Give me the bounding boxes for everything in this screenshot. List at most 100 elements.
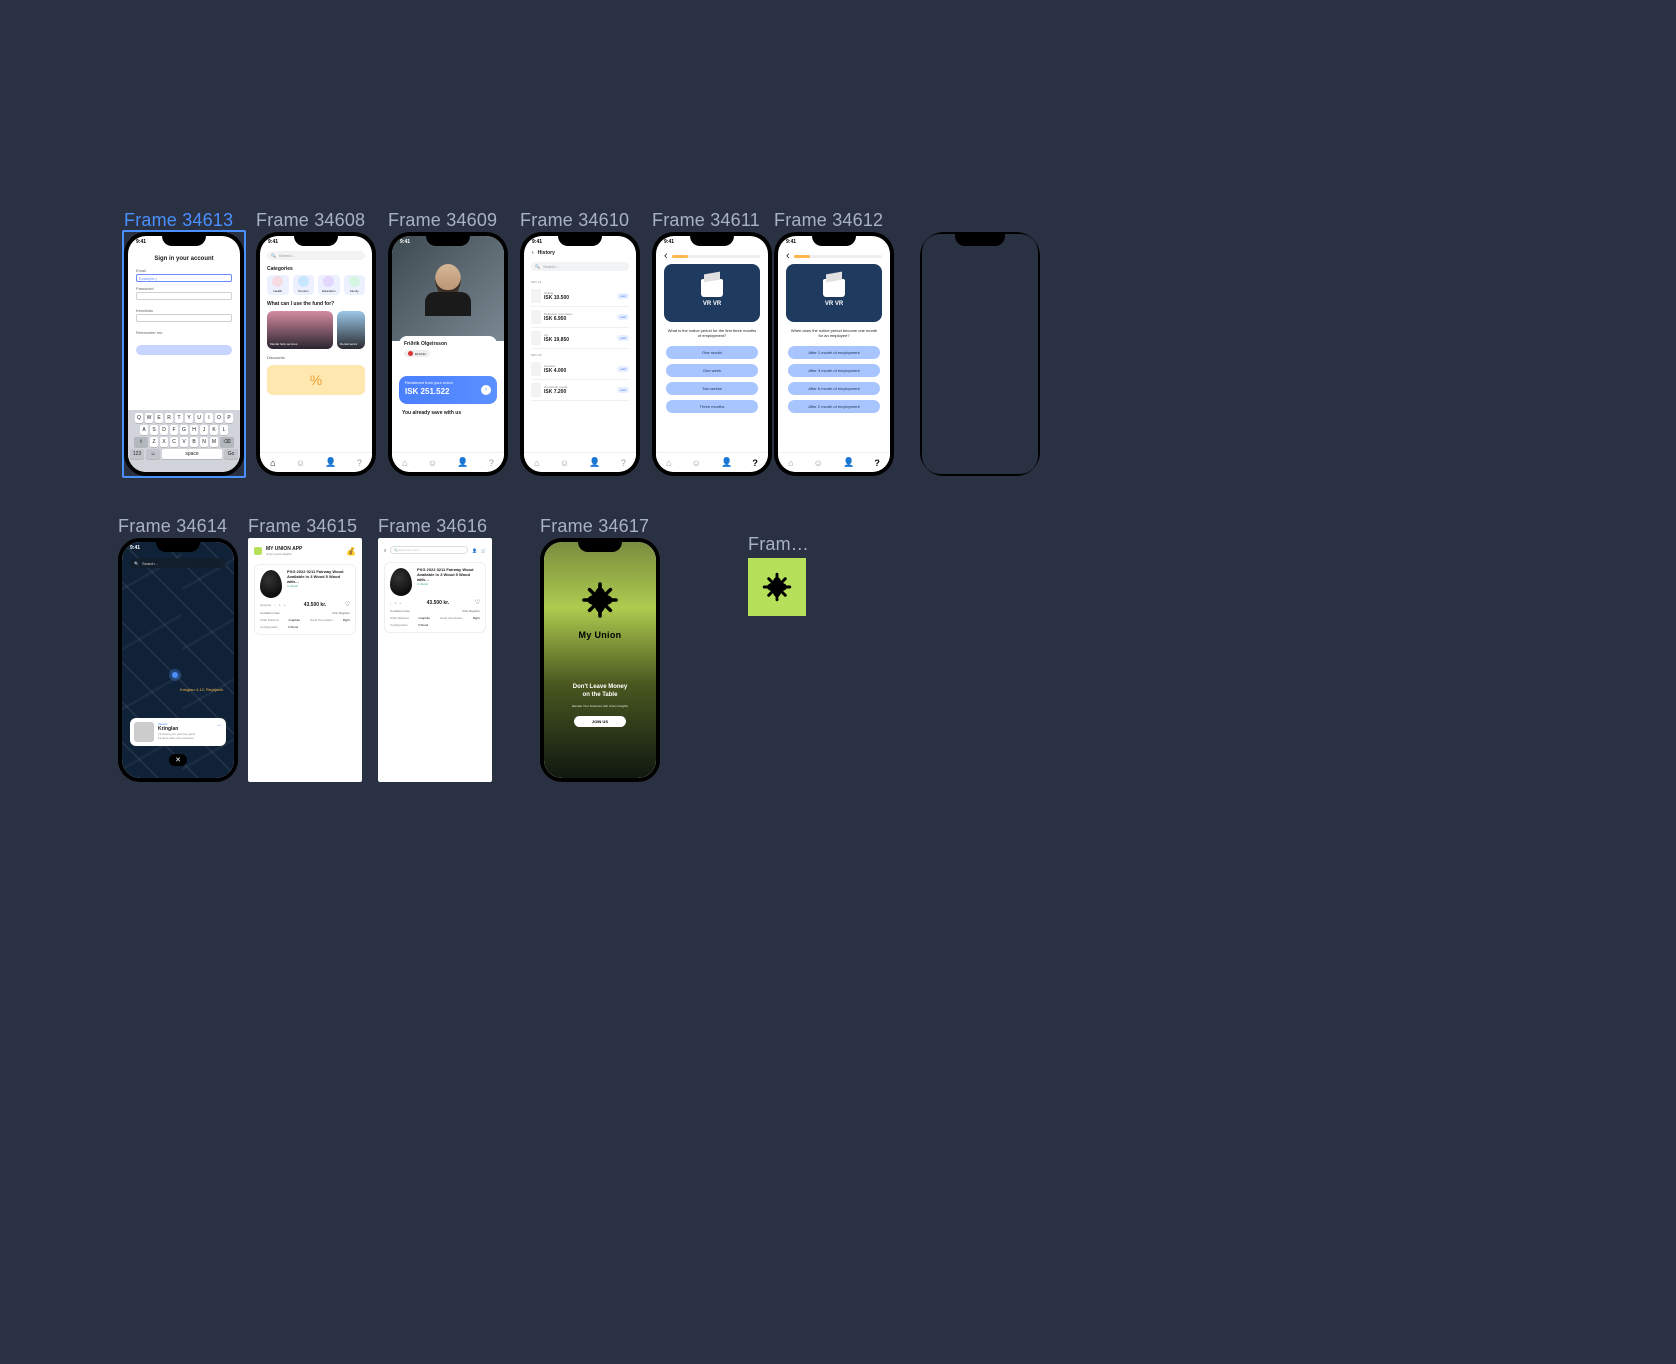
frame-34616[interactable]: ≡ 🔍 Search for prod… 👤 🛒 PXG 2022 0211 F… xyxy=(378,538,492,782)
key-s[interactable]: S xyxy=(150,425,158,435)
tab-home-icon[interactable]: ⌂ xyxy=(788,458,793,468)
frame-label-34610[interactable]: Frame 34610 xyxy=(520,210,629,231)
key-backspace[interactable]: ⌫ xyxy=(220,437,234,447)
frame-label-34615[interactable]: Frame 34615 xyxy=(248,516,357,537)
key-y[interactable]: Y xyxy=(185,413,193,423)
chip-tourism[interactable]: Tourism xyxy=(293,275,315,295)
quiz-option[interactable]: After 6 month of employment xyxy=(788,382,880,395)
tab-home-icon[interactable]: ⌂ xyxy=(534,458,539,468)
heart-icon[interactable]: ♡ xyxy=(475,599,480,606)
key-g[interactable]: G xyxy=(180,425,188,435)
heart-icon[interactable]: ♡ xyxy=(345,601,350,608)
tab-help-icon[interactable]: ? xyxy=(357,458,362,468)
history-item[interactable]: LilyISK 19.850paid xyxy=(531,328,629,349)
history-item[interactable]: GrillingISK 10.500paid xyxy=(531,286,629,307)
quiz-option[interactable]: After 2 month of employment xyxy=(788,400,880,413)
key-q[interactable]: Q xyxy=(135,413,143,423)
frame-label-34612[interactable]: Frame 34612 xyxy=(774,210,883,231)
history-item[interactable]: GoodiesISK 4.000paid xyxy=(531,359,629,380)
quiz-option[interactable]: After 1 month of employment xyxy=(788,346,880,359)
key-123[interactable]: 123 xyxy=(130,449,144,459)
tab-wallet-icon[interactable]: ☺ xyxy=(296,458,305,468)
reclaimed-card[interactable]: Reclaimed from your union ISK 251.522 › xyxy=(399,376,497,404)
tab-user-icon[interactable]: 👤 xyxy=(457,457,468,468)
frame-label-34617[interactable]: Frame 34617 xyxy=(540,516,649,537)
tab-help-icon[interactable]: ? xyxy=(621,458,626,468)
key-x[interactable]: X xyxy=(160,437,168,447)
frame-34611[interactable]: 9:41 ‹ VR VR What is the notice period f… xyxy=(652,232,772,476)
tab-home-icon[interactable]: ⌂ xyxy=(402,458,407,468)
org-badge[interactable]: EFLING xyxy=(404,350,430,357)
tab-user-icon[interactable]: 👤 xyxy=(325,457,336,468)
quiz-option[interactable]: Three months xyxy=(666,400,758,413)
quiz-option[interactable]: Two weeks xyxy=(666,382,758,395)
key-d[interactable]: D xyxy=(160,425,168,435)
tab-wallet-icon[interactable]: ☺ xyxy=(560,458,569,468)
menu-icon[interactable]: ≡ xyxy=(384,548,386,553)
close-button[interactable]: ✕ xyxy=(169,754,187,766)
key-c[interactable]: C xyxy=(170,437,178,447)
history-search[interactable]: 🔍Search… xyxy=(531,262,629,271)
search-input[interactable]: 🔍Search… xyxy=(267,251,365,260)
quiz-option[interactable]: After 3 month of employment xyxy=(788,364,880,377)
frame-34609[interactable]: 9:41 Friðrik Olgeirsson EFLING Reclaimed… xyxy=(388,232,508,476)
key-p[interactable]: P xyxy=(225,413,233,423)
design-canvas[interactable]: Frame 34613 Frame 34608 Frame 34609 Fram… xyxy=(0,0,1676,1364)
key-h[interactable]: H xyxy=(190,425,198,435)
join-button[interactable]: JOIN US xyxy=(574,716,626,727)
frame-34610[interactable]: 9:41 ‹ History 🔍Search… MAY 21GrillingIS… xyxy=(520,232,640,476)
frame-34613[interactable]: 9:41 Sign in your account Email Example.… xyxy=(124,232,244,476)
key-v[interactable]: V xyxy=(180,437,188,447)
qty-plus[interactable]: + xyxy=(284,603,286,607)
key-t[interactable]: T xyxy=(175,413,183,423)
key-space[interactable]: space xyxy=(162,449,222,459)
tab-help-icon[interactable]: ? xyxy=(489,458,494,468)
ios-keyboard[interactable]: QWERTYUIOP ASDFGHJKL ⇧ ZXCVBNM⌫ 123 ☺ sp… xyxy=(128,410,240,472)
user-icon[interactable]: 👤 xyxy=(472,548,477,553)
map-search-input[interactable]: 🔍Search… xyxy=(130,558,226,568)
key-n[interactable]: N xyxy=(200,437,208,447)
key-go[interactable]: Go xyxy=(224,449,238,459)
chip-health[interactable]: Health xyxy=(267,275,289,295)
key-r[interactable]: R xyxy=(165,413,173,423)
tab-home-icon[interactable]: ⌂ xyxy=(270,458,275,468)
key-i[interactable]: I xyxy=(205,413,213,423)
chip-family[interactable]: Family xyxy=(344,275,366,295)
key-u[interactable]: U xyxy=(195,413,203,423)
key-k[interactable]: K xyxy=(210,425,218,435)
product-card[interactable]: PXG 2022 0211 Fairway Wood Available in … xyxy=(384,562,486,633)
key-j[interactable]: J xyxy=(200,425,208,435)
frame-label-34614[interactable]: Frame 34614 xyxy=(118,516,227,537)
frame-app-icon[interactable] xyxy=(748,558,806,616)
frame-34612[interactable]: 9:41 ‹ VR VR When does the notice period… xyxy=(774,232,894,476)
tab-wallet-icon[interactable]: ☺ xyxy=(814,458,823,468)
frame-label-34616[interactable]: Frame 34616 xyxy=(378,516,487,537)
location-card[interactable]: Variant Kringlan 13 stores you can use g… xyxy=(130,718,226,746)
history-item[interactable]: Reflective vest shoesISK 6.950paid xyxy=(531,307,629,328)
frame-label-34613[interactable]: Frame 34613 xyxy=(124,210,233,231)
key-m[interactable]: M xyxy=(210,437,218,447)
tab-help-icon[interactable]: ? xyxy=(752,458,758,468)
frame-34608[interactable]: 9:41 🔍Search… Categories Health Tourism … xyxy=(256,232,376,476)
input-email[interactable]: Example.| xyxy=(136,274,232,282)
back-icon[interactable]: ‹ xyxy=(786,250,790,262)
key-l[interactable]: L xyxy=(220,425,228,435)
card-dental[interactable]: Dental servic xyxy=(337,311,365,349)
tab-wallet-icon[interactable]: ☺ xyxy=(692,458,701,468)
key-z[interactable]: Z xyxy=(150,437,158,447)
chip-education[interactable]: Education xyxy=(318,275,340,295)
quiz-option[interactable]: One week xyxy=(666,364,758,377)
key-emoji[interactable]: ☺ xyxy=(146,449,160,459)
back-icon[interactable]: ‹ xyxy=(532,250,534,256)
key-f[interactable]: F xyxy=(170,425,178,435)
qty-minus[interactable]: − xyxy=(274,603,276,607)
frame-34617[interactable]: My Union Don't Leave Moneyon the Table E… xyxy=(540,538,660,782)
tab-home-icon[interactable]: ⌂ xyxy=(666,458,671,468)
input-password[interactable] xyxy=(136,292,232,300)
key-shift[interactable]: ⇧ xyxy=(134,437,148,447)
qty-plus[interactable]: + xyxy=(399,601,401,605)
key-b[interactable]: B xyxy=(190,437,198,447)
tab-user-icon[interactable]: 👤 xyxy=(843,457,854,468)
card-mental-help[interactable]: Mental help services xyxy=(267,311,333,349)
cart-icon[interactable]: 🛒 xyxy=(481,548,486,553)
